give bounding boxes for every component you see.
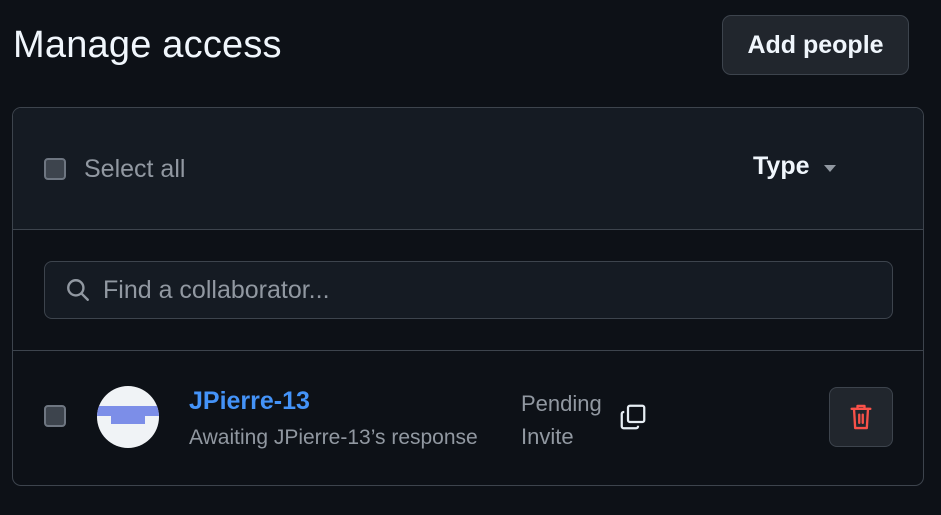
list-header: Select all Type (13, 108, 923, 230)
add-people-button[interactable]: Add people (722, 15, 909, 75)
triangle-down-icon (823, 164, 836, 172)
pending-invite-label: Pending Invite (521, 387, 602, 453)
collaborator-row: JPierre-13 Awaiting JPierre-13’s respons… (13, 351, 923, 485)
row-checkbox[interactable] (44, 405, 66, 427)
remove-collaborator-button[interactable] (829, 387, 893, 447)
find-collaborator-input[interactable] (103, 275, 892, 305)
type-filter-dropdown[interactable]: Type (753, 152, 836, 181)
collaborator-username-link[interactable]: JPierre-13 (189, 387, 310, 416)
invite-label: Invite (521, 424, 574, 449)
collaborator-list: Select all Type JPierre-13 Awaiting JPie… (12, 107, 924, 486)
trash-icon (850, 404, 872, 430)
page-title: Manage access (13, 24, 282, 66)
search-icon (67, 279, 89, 301)
collaborator-status: Awaiting JPierre-13’s response (189, 426, 478, 449)
select-all-checkbox[interactable] (44, 158, 66, 180)
avatar[interactable] (97, 386, 159, 448)
search-box[interactable] (44, 261, 893, 319)
pending-label: Pending (521, 391, 602, 416)
search-section (13, 230, 923, 351)
select-all-label[interactable]: Select all (84, 155, 185, 184)
type-filter-label: Type (753, 152, 810, 180)
copy-icon[interactable] (618, 402, 648, 437)
